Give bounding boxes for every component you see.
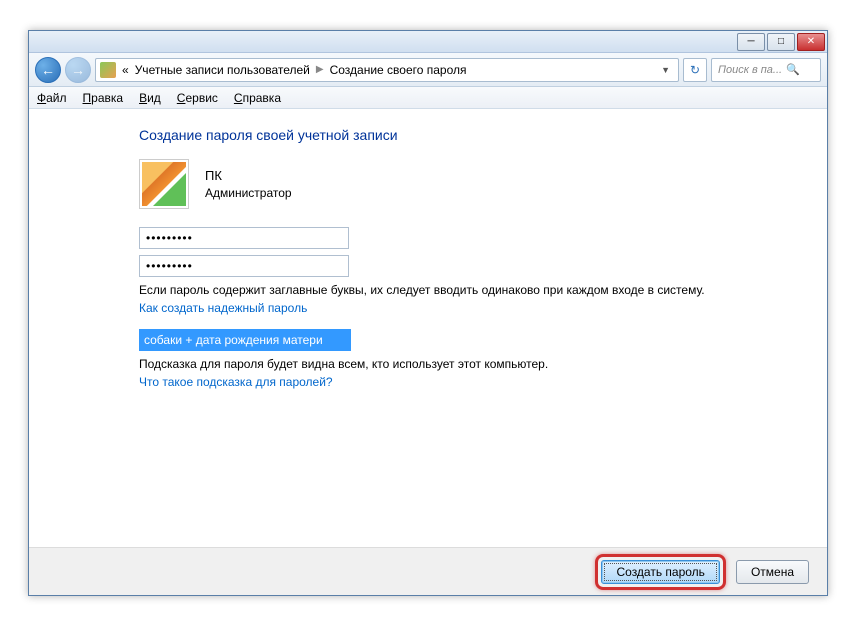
menu-file[interactable]: Файл bbox=[37, 91, 67, 105]
user-name: ПК bbox=[205, 167, 292, 185]
refresh-button[interactable]: ↻ bbox=[683, 58, 707, 82]
breadcrumb-item-2[interactable]: Создание своего пароля bbox=[330, 63, 467, 77]
search-input[interactable]: Поиск в па... 🔍 bbox=[711, 58, 821, 82]
search-placeholder: Поиск в па... bbox=[718, 64, 782, 76]
control-panel-icon bbox=[100, 62, 116, 78]
menubar: Файл Правка Вид Сервис Справка bbox=[29, 87, 827, 109]
hint-help-link[interactable]: Что такое подсказка для паролей? bbox=[139, 375, 333, 389]
user-role: Администратор bbox=[205, 185, 292, 202]
avatar-image bbox=[142, 162, 186, 206]
create-password-button[interactable]: Создать пароль bbox=[601, 560, 719, 584]
user-row: ПК Администратор bbox=[139, 159, 827, 209]
create-button-highlight: Создать пароль bbox=[595, 554, 725, 590]
close-button[interactable]: ✕ bbox=[797, 33, 825, 51]
footer: Создать пароль Отмена bbox=[29, 547, 827, 595]
user-info: ПК Администратор bbox=[205, 167, 292, 202]
minimize-button[interactable]: ─ bbox=[737, 33, 765, 51]
caps-hint-text: Если пароль содержит заглавные буквы, их… bbox=[139, 283, 827, 297]
password-confirm-input[interactable] bbox=[139, 255, 349, 277]
content: Создание пароля своей учетной записи ПК … bbox=[29, 109, 827, 547]
page-title: Создание пароля своей учетной записи bbox=[139, 127, 827, 143]
breadcrumb-prefix: « bbox=[122, 63, 129, 77]
titlebar: ─ □ ✕ bbox=[29, 31, 827, 53]
breadcrumb[interactable]: « Учетные записи пользователей ▶ Создани… bbox=[95, 58, 679, 82]
window: ─ □ ✕ ← → « Учетные записи пользователей… bbox=[28, 30, 828, 596]
chevron-down-icon[interactable]: ▼ bbox=[657, 65, 674, 75]
menu-view[interactable]: Вид bbox=[139, 91, 161, 105]
menu-service[interactable]: Сервис bbox=[177, 91, 218, 105]
hint-visible-text: Подсказка для пароля будет видна всем, к… bbox=[139, 357, 827, 371]
menu-edit[interactable]: Правка bbox=[83, 91, 124, 105]
navbar: ← → « Учетные записи пользователей ▶ Соз… bbox=[29, 53, 827, 87]
search-icon: 🔍 bbox=[786, 63, 800, 76]
password-input[interactable] bbox=[139, 227, 349, 249]
maximize-button[interactable]: □ bbox=[767, 33, 795, 51]
avatar bbox=[139, 159, 189, 209]
titlebar-buttons: ─ □ ✕ bbox=[737, 33, 825, 51]
menu-help[interactable]: Справка bbox=[234, 91, 281, 105]
back-button[interactable]: ← bbox=[35, 57, 61, 83]
breadcrumb-item-1[interactable]: Учетные записи пользователей bbox=[135, 63, 310, 77]
forward-button[interactable]: → bbox=[65, 57, 91, 83]
cancel-button[interactable]: Отмена bbox=[736, 560, 809, 584]
strong-password-link[interactable]: Как создать надежный пароль bbox=[139, 301, 307, 315]
chevron-right-icon: ▶ bbox=[316, 64, 324, 75]
password-hint-input[interactable] bbox=[139, 329, 351, 351]
